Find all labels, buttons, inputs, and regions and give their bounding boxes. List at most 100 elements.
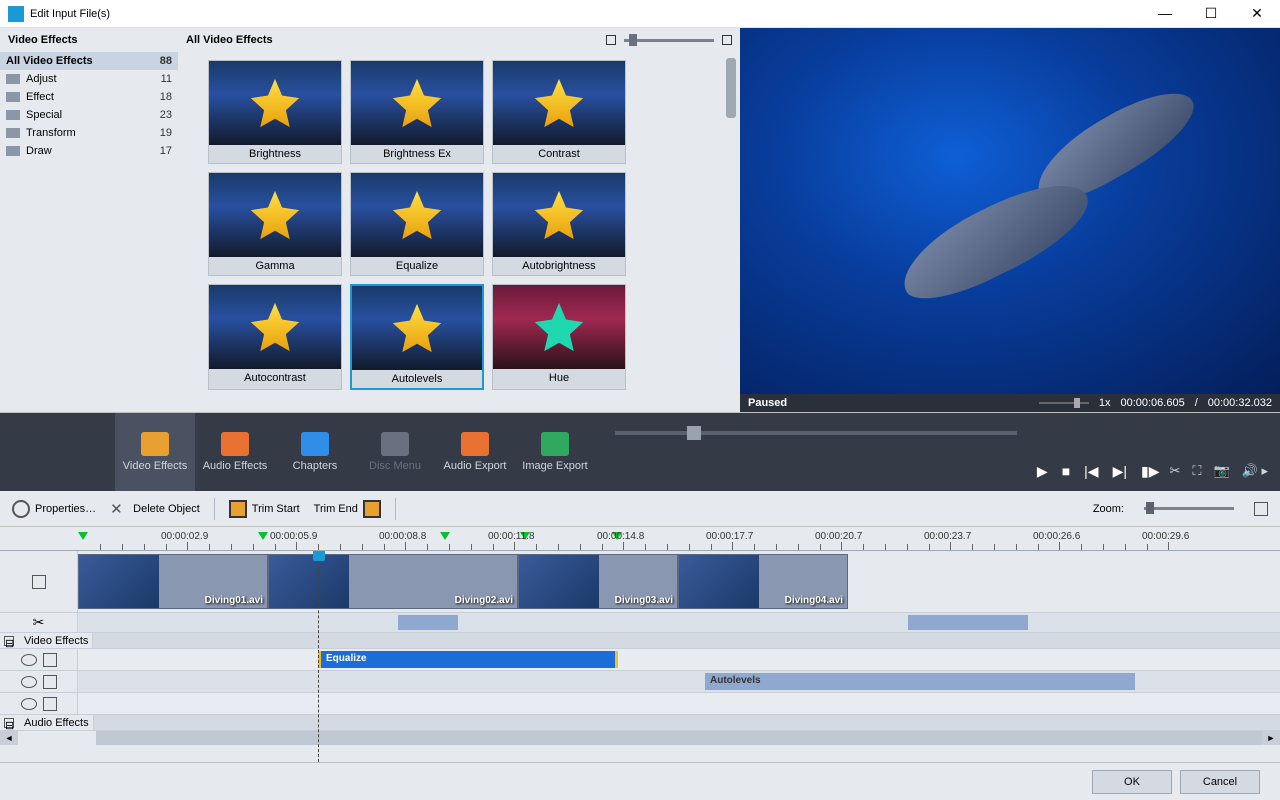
category-adjust[interactable]: Adjust11 (0, 70, 178, 88)
folder-icon (6, 110, 20, 120)
category-all-video-effects[interactable]: All Video Effects88 (0, 52, 178, 70)
thumbnail-size-slider[interactable] (624, 39, 714, 42)
cancel-button[interactable]: Cancel (1180, 770, 1260, 794)
clip-Diving02-avi[interactable]: Diving02.avi (268, 554, 518, 609)
track-icon (43, 653, 57, 667)
playhead[interactable] (318, 551, 319, 762)
disc-menu-icon (381, 432, 409, 456)
view-toggle-icon[interactable] (606, 35, 616, 45)
fullscreen-icon[interactable]: ⛶ (1192, 463, 1201, 479)
effect-brightness[interactable]: Brightness (208, 60, 342, 164)
fx-track-2[interactable]: Autolevels (0, 671, 1280, 693)
mode-tabs-bar: Video EffectsAudio EffectsChaptersDisc M… (0, 413, 1280, 491)
prev-frame-button[interactable]: |◀ (1084, 463, 1098, 480)
fx-track-1[interactable]: Equalize (0, 649, 1280, 671)
audio-export-icon (461, 432, 489, 456)
zoom-fit-icon[interactable] (1254, 502, 1268, 516)
folder-icon (6, 74, 20, 84)
audio-effects-icon (221, 432, 249, 456)
timeline-ruler[interactable]: 00:00:02.900:00:05.900:00:08.800:00:11.8… (0, 527, 1280, 551)
category-effect[interactable]: Effect18 (0, 88, 178, 106)
category-draw[interactable]: Draw17 (0, 142, 178, 160)
folder-icon (6, 92, 20, 102)
snapshot-icon[interactable]: 📷 (1213, 463, 1229, 479)
eye-icon[interactable] (21, 698, 37, 710)
category-transform[interactable]: Transform19 (0, 124, 178, 142)
effect-clip-equalize[interactable]: Equalize (318, 651, 618, 668)
cut-icon[interactable]: ✂ (1169, 463, 1180, 479)
view-toggle-icon-2[interactable] (722, 35, 732, 45)
cut-track[interactable]: ✂ (0, 613, 1280, 633)
ok-button[interactable]: OK (1092, 770, 1172, 794)
track-icon (43, 697, 57, 711)
preview-video[interactable] (740, 28, 1280, 394)
video-effects-section[interactable]: ⊟Video Effects (0, 633, 1280, 649)
clip-Diving04-avi[interactable]: Diving04.avi (678, 554, 848, 609)
scissors-icon: ✂ (33, 614, 45, 631)
fx-track-3[interactable] (0, 693, 1280, 715)
time-position: 00:00:06.605 (1120, 397, 1184, 409)
tab-audio-effects[interactable]: Audio Effects (195, 413, 275, 491)
volume-icon[interactable]: 🔊 ▸ (1242, 463, 1268, 479)
image-export-icon (541, 432, 569, 456)
clip-Diving01-avi[interactable]: Diving01.avi (78, 554, 268, 609)
clip-Diving03-avi[interactable]: Diving03.avi (518, 554, 678, 609)
window-title: Edit Input File(s) (30, 8, 1150, 20)
cut-segment[interactable] (398, 615, 458, 630)
minimize-button[interactable]: — (1150, 5, 1180, 22)
eye-icon[interactable] (21, 654, 37, 666)
effect-equalize[interactable]: Equalize (350, 172, 484, 276)
trim-start-icon (229, 500, 247, 518)
close-button[interactable]: ✕ (1242, 5, 1272, 22)
tab-chapters[interactable]: Chapters (275, 413, 355, 491)
audio-effects-section[interactable]: ⊟Audio Effects (0, 715, 1280, 731)
speed-slider[interactable] (1039, 402, 1089, 404)
preview-pane: Paused 1x 00:00:06.605 / 00:00:32.032 (740, 28, 1280, 412)
next-frame-button[interactable]: ▶| (1113, 463, 1127, 480)
eye-icon[interactable] (21, 676, 37, 688)
track-icon (43, 675, 57, 689)
effect-contrast[interactable]: Contrast (492, 60, 626, 164)
effect-autolevels[interactable]: Autolevels (350, 284, 484, 390)
play-range-button[interactable]: ▮▶ (1141, 463, 1159, 480)
properties-button[interactable]: Properties… (12, 500, 96, 518)
video-effects-icon (141, 432, 169, 456)
maximize-button[interactable]: ☐ (1196, 5, 1226, 22)
folder-icon (6, 146, 20, 156)
speed-value: 1x (1099, 397, 1111, 409)
effect-clip-autolevels[interactable]: Autolevels (705, 673, 1135, 690)
trim-start-button[interactable]: Trim Start (229, 500, 300, 518)
timeline-scrollbar[interactable]: ◄► (0, 731, 1280, 745)
sidebar: Video Effects All Video Effects88Adjust1… (0, 28, 178, 412)
trim-end-button[interactable]: Trim End (314, 500, 381, 518)
play-button[interactable]: ▶ (1037, 463, 1048, 480)
effect-autobrightness[interactable]: Autobrightness (492, 172, 626, 276)
dialog-footer: OK Cancel (0, 762, 1280, 800)
effect-autocontrast[interactable]: Autocontrast (208, 284, 342, 390)
effects-panel: All Video Effects BrightnessBrightness E… (178, 28, 740, 412)
delete-icon (110, 500, 128, 518)
effect-brightness-ex[interactable]: Brightness Ex (350, 60, 484, 164)
playback-state: Paused (748, 397, 1029, 409)
effects-heading: All Video Effects (186, 34, 598, 46)
tab-disc-menu: Disc Menu (355, 413, 435, 491)
titlebar: Edit Input File(s) — ☐ ✕ (0, 0, 1280, 28)
time-duration: 00:00:32.032 (1208, 397, 1272, 409)
app-icon (8, 6, 24, 22)
tab-video-effects[interactable]: Video Effects (115, 413, 195, 491)
preview-statusbar: Paused 1x 00:00:06.605 / 00:00:32.032 (740, 394, 1280, 412)
tab-image-export[interactable]: Image Export (515, 413, 595, 491)
category-special[interactable]: Special23 (0, 106, 178, 124)
effect-hue[interactable]: Hue (492, 284, 626, 390)
trim-end-icon (363, 500, 381, 518)
video-track[interactable]: Diving01.aviDiving02.aviDiving03.aviDivi… (0, 551, 1280, 613)
sidebar-heading: Video Effects (0, 28, 178, 52)
zoom-slider[interactable] (1144, 507, 1234, 510)
preview-seekbar[interactable] (615, 431, 1017, 435)
tab-audio-export[interactable]: Audio Export (435, 413, 515, 491)
stop-button[interactable]: ■ (1062, 463, 1070, 479)
delete-object-button[interactable]: Delete Object (110, 500, 200, 518)
cut-segment[interactable] (908, 615, 1028, 630)
folder-icon (6, 128, 20, 138)
effect-gamma[interactable]: Gamma (208, 172, 342, 276)
